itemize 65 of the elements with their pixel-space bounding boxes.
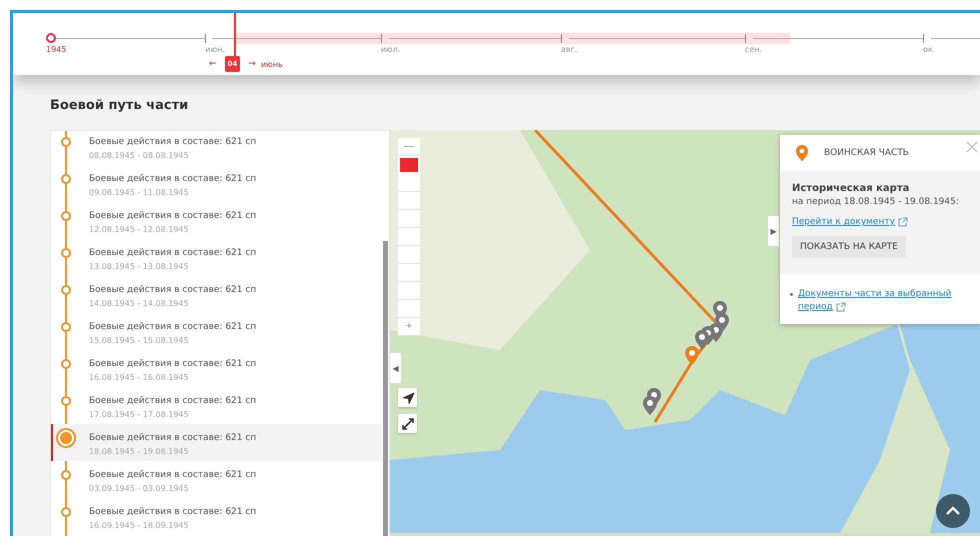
- bullet-icon: [790, 293, 793, 296]
- event-item[interactable]: Боевые действия в составе: 621 сп 12.08.1945 - 12.08.1945: [51, 202, 381, 239]
- event-dates: 17.08.1945 - 17.08.1945: [89, 410, 190, 419]
- previous-arrow[interactable]: ←: [209, 59, 217, 69]
- event-title: Боевые действия в составе: 621 сп: [89, 469, 256, 481]
- event-title: Боевые действия в составе: 621 сп: [89, 395, 256, 407]
- collapse-button[interactable]: ◀: [390, 353, 401, 383]
- location-pin-icon: [796, 145, 808, 161]
- year-marker[interactable]: [46, 33, 56, 43]
- event-title: Боевые действия в составе: 621 сп: [89, 210, 256, 222]
- event-title: Боевые действия в составе: 621 сп: [89, 358, 256, 370]
- event-dates: 16.08.1945 - 16.08.1945: [89, 373, 190, 382]
- navigation-icon: [401, 391, 414, 404]
- period-text: на период 18.08.1945 - 19.08.1945:: [792, 197, 960, 207]
- event-item[interactable]: Боевые действия в составе: 621 сп 18.08.1945 - 19.08.1945: [51, 424, 381, 461]
- scrollbar[interactable]: [383, 241, 388, 536]
- month-label: июнь: [260, 60, 283, 68]
- event-title: Боевые действия в составе: 621 сп: [89, 173, 256, 185]
- document-link[interactable]: Перейти к документу: [792, 217, 908, 227]
- chevron-up-icon: [945, 505, 961, 517]
- fullscreen-button[interactable]: [398, 414, 417, 433]
- event-dates: 16.09.1945 - 18.09.1945: [89, 521, 190, 530]
- map-marker-icon[interactable]: [643, 396, 657, 415]
- event-title: Боевые действия в составе: 621 сп: [89, 506, 256, 518]
- event-dates: 03.09.1945 - 03.09.1945: [89, 484, 190, 493]
- month-label[interactable]: июл.: [380, 45, 400, 54]
- event-item[interactable]: Боевые действия в составе: 621 сп 16.09.1945 - 18.09.1945: [51, 498, 381, 535]
- month-label[interactable]: авг.: [560, 45, 578, 54]
- event-item[interactable]: Боевые действия в составе: 621 сп 09.08.1945 - 11.08.1945: [51, 165, 381, 202]
- event-title: Боевые действия в составе: 621 сп: [89, 136, 256, 148]
- event-title: Боевые действия в составе: 621 сп: [89, 321, 256, 333]
- selected-marker-icon[interactable]: [685, 346, 699, 365]
- event-title: Боевые действия в составе: 621 сп: [89, 247, 256, 259]
- event-item[interactable]: Боевые действия в составе: 621 сп 08.08.1945 - 08.08.1945: [51, 131, 381, 165]
- event-dates: 09.08.1945 - 11.08.1945: [89, 188, 190, 197]
- event-dates: 15.08.1945 - 15.08.1945: [89, 336, 190, 345]
- map-title: Историческая карта: [792, 183, 910, 194]
- unit-documents-link[interactable]: Документы части за выбранный период: [798, 288, 968, 314]
- expand-button[interactable]: ▶: [768, 216, 779, 246]
- event-item[interactable]: Боевые действия в составе: 621 сп 17.08.1945 - 17.08.1945: [51, 387, 381, 424]
- event-dates: 14.08.1945 - 14.08.1945: [89, 299, 190, 308]
- event-item[interactable]: Боевые действия в составе: 621 сп 14.08.1945 - 14.08.1945: [51, 276, 381, 313]
- event-title: Боевые действия в составе: 621 сп: [89, 284, 256, 296]
- event-item[interactable]: Боевые действия в составе: 621 сп 03.09.1945 - 03.09.1945: [51, 461, 381, 498]
- external-link-icon: [836, 302, 846, 312]
- section-title: Боевой путь части: [50, 98, 190, 113]
- event-dates: 12.08.1945 - 12.08.1945: [89, 225, 190, 234]
- panel-title: ВОИНСКАЯ ЧАСТЬ: [824, 148, 909, 158]
- event-dates: 18.08.1945 - 19.08.1945: [89, 447, 190, 456]
- month-label[interactable]: ок: [923, 45, 933, 54]
- locate-button[interactable]: [398, 388, 417, 407]
- event-title: Боевые действия в составе: 621 сп: [89, 432, 256, 444]
- show-on-map-button[interactable]: ПОКАЗАТЬ НА КАРТЕ: [792, 236, 906, 258]
- event-item[interactable]: Боевые действия в составе: 621 сп 16.08.1945 - 16.08.1945: [51, 350, 381, 387]
- event-item[interactable]: Боевые действия в составе: 621 сп 15.08.1945 - 15.08.1945: [51, 313, 381, 350]
- external-link-icon: [898, 217, 908, 227]
- fullscreen-icon: [401, 417, 414, 430]
- zoom-out-button[interactable]: —: [398, 138, 420, 156]
- event-dates: 08.08.1945 - 08.08.1945: [89, 151, 190, 160]
- map-marker-icon[interactable]: [695, 330, 709, 349]
- event-item[interactable]: Боевые действия в составе: 621 сп 13.08.1945 - 13.08.1945: [51, 239, 381, 276]
- next-arrow[interactable]: →: [248, 59, 256, 69]
- zoom-in-button[interactable]: +: [398, 318, 420, 336]
- event-dates: 13.08.1945 - 13.08.1945: [89, 262, 190, 271]
- year-label[interactable]: 1945: [46, 45, 66, 54]
